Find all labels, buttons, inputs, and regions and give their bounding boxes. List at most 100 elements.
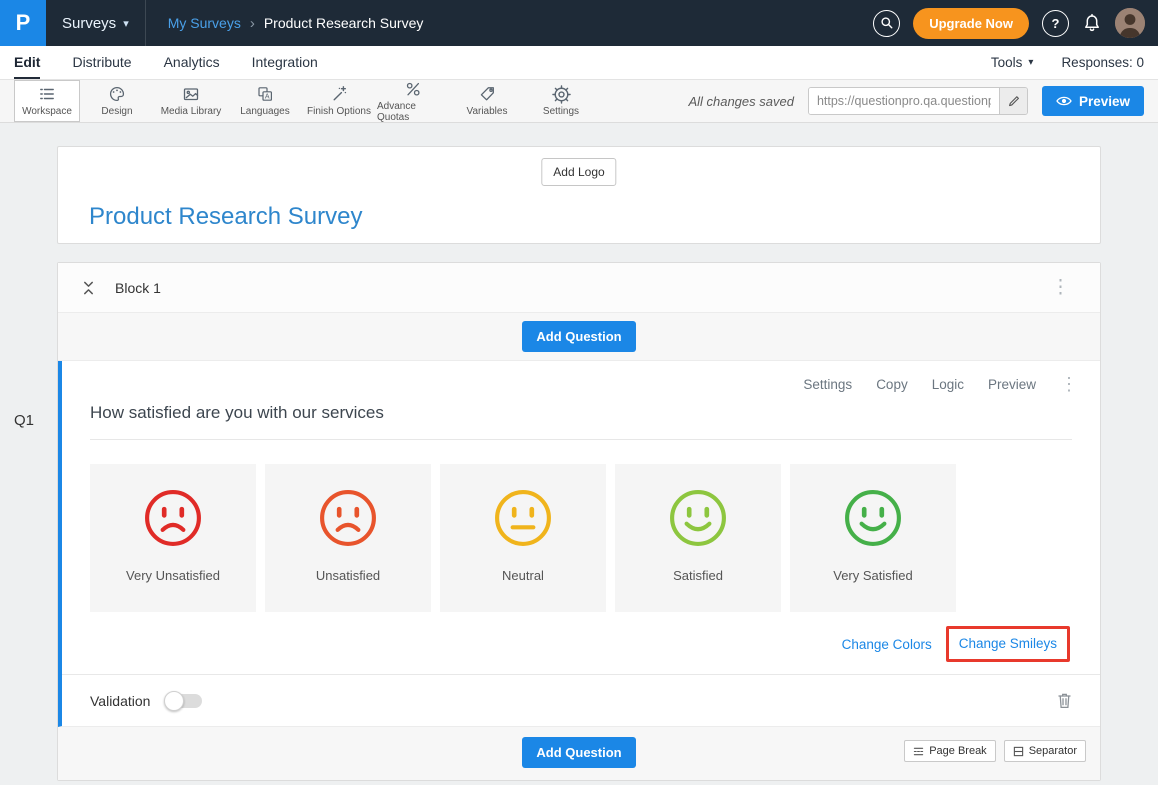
breadcrumb-current-survey: Product Research Survey <box>264 15 424 31</box>
option-unsatisfied[interactable]: Unsatisfied <box>265 464 431 612</box>
change-smileys-link[interactable]: Change Smileys <box>959 636 1057 651</box>
tab-edit[interactable]: Edit <box>14 46 40 79</box>
block-menu-button[interactable]: ⋮ <box>1045 276 1076 299</box>
toolbar-item-variables[interactable]: Variables <box>450 80 524 122</box>
block-header: Block 1 ⋮ <box>58 263 1100 313</box>
collapse-icon <box>82 280 95 296</box>
option-neutral[interactable]: Neutral <box>440 464 606 612</box>
question-logic-link[interactable]: Logic <box>932 377 964 392</box>
question-text[interactable]: How satisfied are you with our services <box>90 403 1072 440</box>
separator-button[interactable]: Separator <box>1004 740 1086 762</box>
topbar-right-cluster: Upgrade Now ? <box>873 8 1158 39</box>
questionpro-logo[interactable]: P <box>0 0 46 46</box>
collapse-block-button[interactable] <box>82 280 95 296</box>
survey-header-card: Add Logo Product Research Survey <box>57 146 1101 244</box>
smiley-options: Very Unsatisfied Unsatisfied Neutral Sat… <box>90 464 1072 612</box>
question-settings-link[interactable]: Settings <box>803 377 852 392</box>
tab-analytics[interactable]: Analytics <box>164 46 220 79</box>
workspace-icon <box>38 85 56 103</box>
breadcrumb-my-surveys[interactable]: My Surveys <box>168 15 241 31</box>
user-avatar[interactable] <box>1115 8 1145 38</box>
toolbar-item-media-library[interactable]: Media Library <box>154 80 228 122</box>
toolbar-item-finish-options[interactable]: Finish Options <box>302 80 376 122</box>
survey-url-input[interactable] <box>809 88 999 114</box>
question-menu-button[interactable]: ⋮ <box>1060 375 1078 393</box>
change-colors-link[interactable]: Change Colors <box>842 637 932 652</box>
toolbar-right-cluster: All changes saved Preview <box>688 80 1144 122</box>
eye-icon <box>1056 95 1072 107</box>
separator-icon <box>1013 746 1024 757</box>
question-preview-link[interactable]: Preview <box>988 377 1036 392</box>
design-icon <box>108 85 126 103</box>
help-button[interactable]: ? <box>1042 10 1069 37</box>
option-very-unsatisfied[interactable]: Very Unsatisfied <box>90 464 256 612</box>
nav-right-cluster: Tools ▾ Responses: 0 <box>991 46 1144 79</box>
add-question-row-top: Add Question <box>58 313 1100 361</box>
add-logo-button[interactable]: Add Logo <box>541 158 616 186</box>
footer-right-cluster: Page Break Separator <box>904 740 1086 762</box>
tools-menu[interactable]: Tools ▾ <box>991 55 1034 70</box>
page-break-icon <box>913 746 924 757</box>
delete-question-button[interactable] <box>1057 692 1072 709</box>
logo-letter: P <box>16 10 31 36</box>
toggle-knob <box>164 691 184 711</box>
very-satisfied-smiley-icon <box>844 489 902 547</box>
edit-url-button[interactable] <box>999 88 1027 114</box>
add-question-button-top[interactable]: Add Question <box>522 321 635 352</box>
block-title[interactable]: Block 1 <box>115 280 161 296</box>
block-footer: Add Question Page Break Separator <box>58 727 1100 780</box>
search-icon <box>880 16 894 30</box>
search-button[interactable] <box>873 10 900 37</box>
smiley-config-links: Change Colors Change Smileys <box>90 626 1070 662</box>
add-question-button-bottom[interactable]: Add Question <box>522 737 635 768</box>
notifications-button[interactable] <box>1082 13 1102 34</box>
change-smileys-highlight: Change Smileys <box>946 626 1070 662</box>
top-bar: P Surveys ▾ My Surveys › Product Researc… <box>0 0 1158 46</box>
validation-toggle[interactable] <box>166 694 202 708</box>
svg-text:A: A <box>265 94 270 101</box>
question-copy-link[interactable]: Copy <box>876 377 908 392</box>
toolbar-item-advance-quotas[interactable]: Advance Quotas <box>376 80 450 122</box>
satisfied-smiley-icon <box>669 489 727 547</box>
chevron-down-icon: ▾ <box>1028 57 1033 68</box>
finish-options-icon <box>330 85 348 103</box>
breadcrumb: My Surveys › Product Research Survey <box>168 15 424 32</box>
bell-icon <box>1082 13 1102 34</box>
block-card: Block 1 ⋮ Add Question Settings Copy Log… <box>57 262 1101 781</box>
validation-label: Validation <box>90 693 150 709</box>
toolbar-item-design[interactable]: Design <box>80 80 154 122</box>
avatar-silhouette-icon <box>1115 8 1145 38</box>
languages-icon: A <box>256 85 274 103</box>
tab-distribute[interactable]: Distribute <box>72 46 131 79</box>
preview-button[interactable]: Preview <box>1042 86 1144 116</box>
question-mark-icon: ? <box>1052 16 1060 31</box>
very-unsatisfied-smiley-icon <box>144 489 202 547</box>
unsatisfied-smiley-icon <box>319 489 377 547</box>
media-library-icon <box>182 85 200 103</box>
validation-row: Validation <box>62 674 1100 726</box>
question-actions: Settings Copy Logic Preview ⋮ <box>803 375 1078 393</box>
toolbar-item-workspace[interactable]: Workspace <box>14 80 80 122</box>
responses-count[interactable]: Responses: 0 <box>1061 55 1144 70</box>
pencil-icon <box>1007 95 1020 108</box>
neutral-smiley-icon <box>494 489 552 547</box>
option-satisfied[interactable]: Satisfied <box>615 464 781 612</box>
trash-icon <box>1057 692 1072 709</box>
product-label: Surveys <box>62 15 116 32</box>
toolbar-item-languages[interactable]: A Languages <box>228 80 302 122</box>
upgrade-now-button[interactable]: Upgrade Now <box>913 8 1029 39</box>
survey-url-field <box>808 87 1028 115</box>
tab-integration[interactable]: Integration <box>252 46 318 79</box>
breadcrumb-separator-icon: › <box>250 15 255 32</box>
toolbar-item-settings[interactable]: Settings <box>524 80 598 122</box>
advance-quotas-icon <box>404 80 422 98</box>
section-nav: Edit Distribute Analytics Integration To… <box>0 46 1158 80</box>
chevron-down-icon: ▾ <box>123 17 129 30</box>
editor-canvas: Add Logo Product Research Survey Block 1… <box>0 123 1158 781</box>
question-card: Settings Copy Logic Preview ⋮ How satisf… <box>58 361 1100 727</box>
option-very-satisfied[interactable]: Very Satisfied <box>790 464 956 612</box>
settings-icon <box>552 85 571 103</box>
survey-title[interactable]: Product Research Survey <box>89 203 362 231</box>
page-break-button[interactable]: Page Break <box>904 740 995 762</box>
product-switcher[interactable]: Surveys ▾ <box>46 0 146 46</box>
